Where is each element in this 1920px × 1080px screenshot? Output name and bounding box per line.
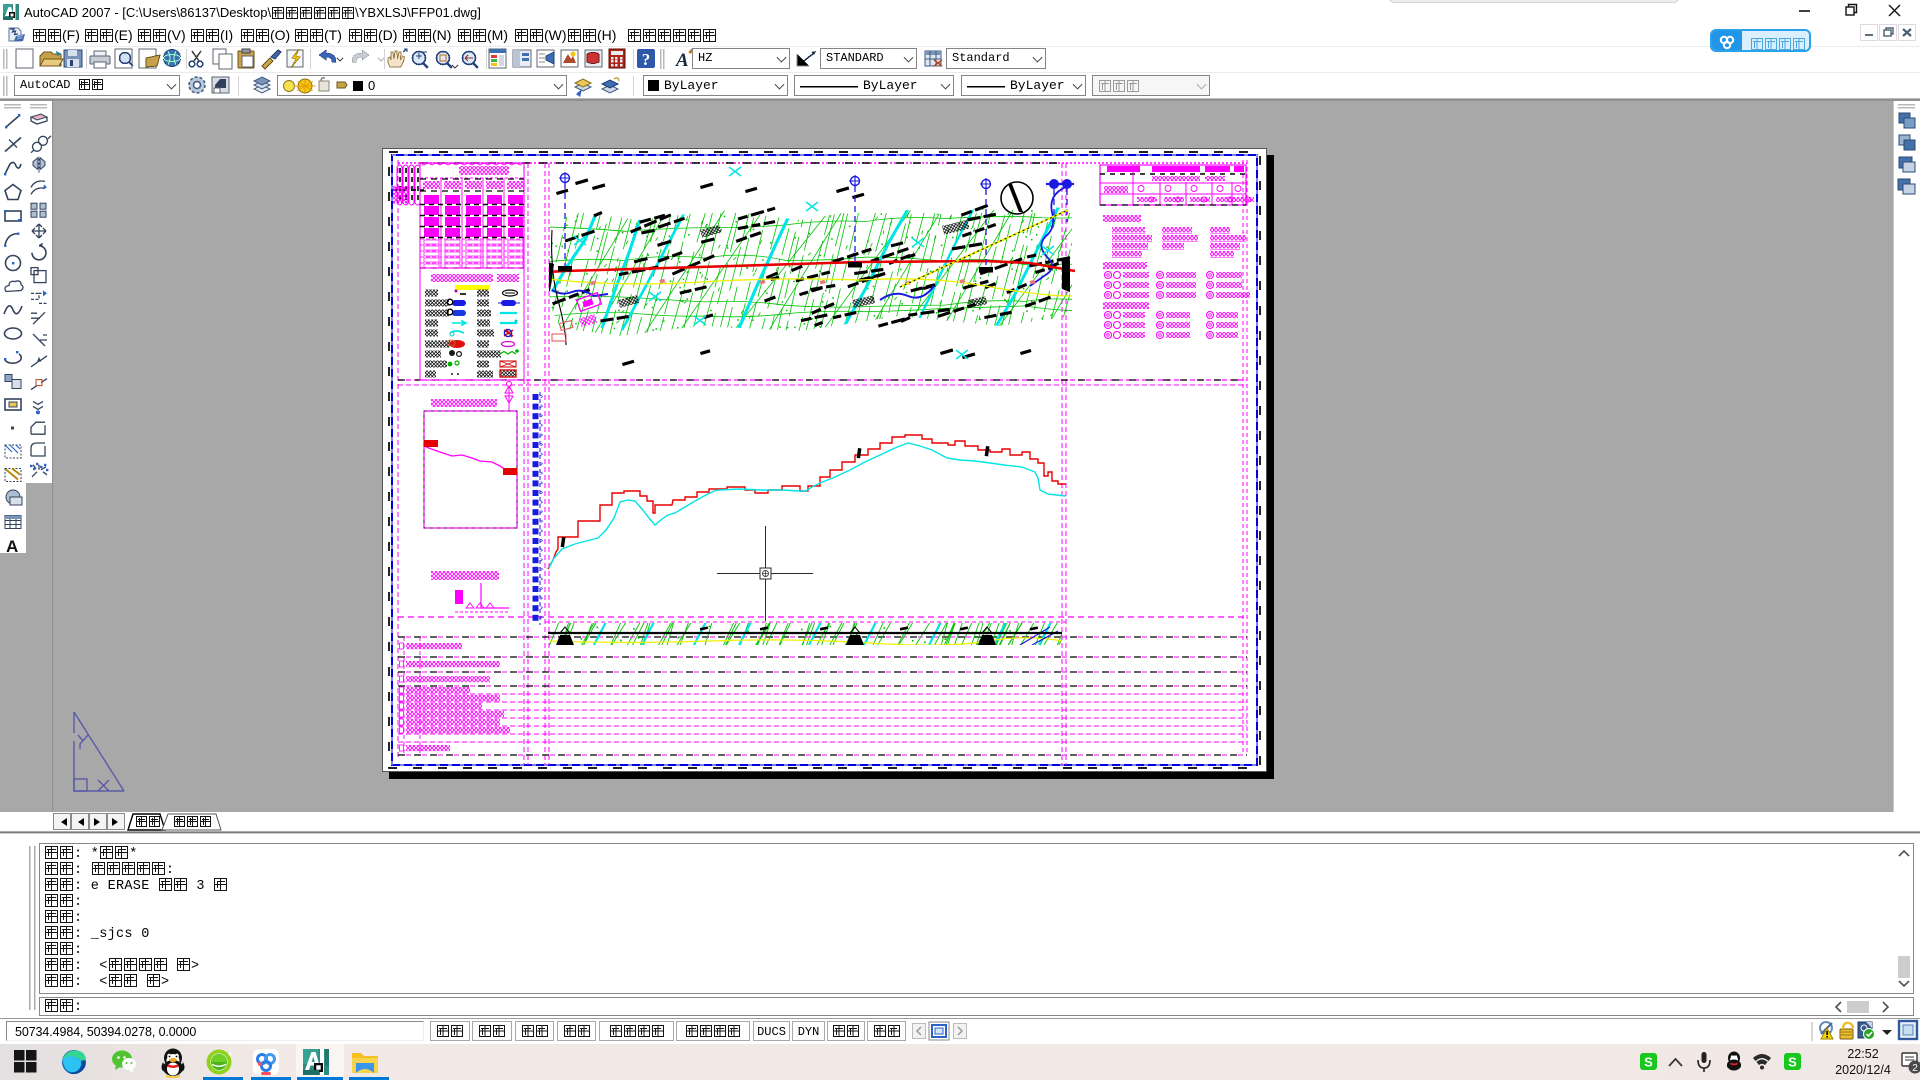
svg-text:2: 2 — [1912, 1063, 1918, 1074]
svg-text:S: S — [1644, 1055, 1653, 1070]
svg-text:S: S — [1788, 1055, 1797, 1070]
